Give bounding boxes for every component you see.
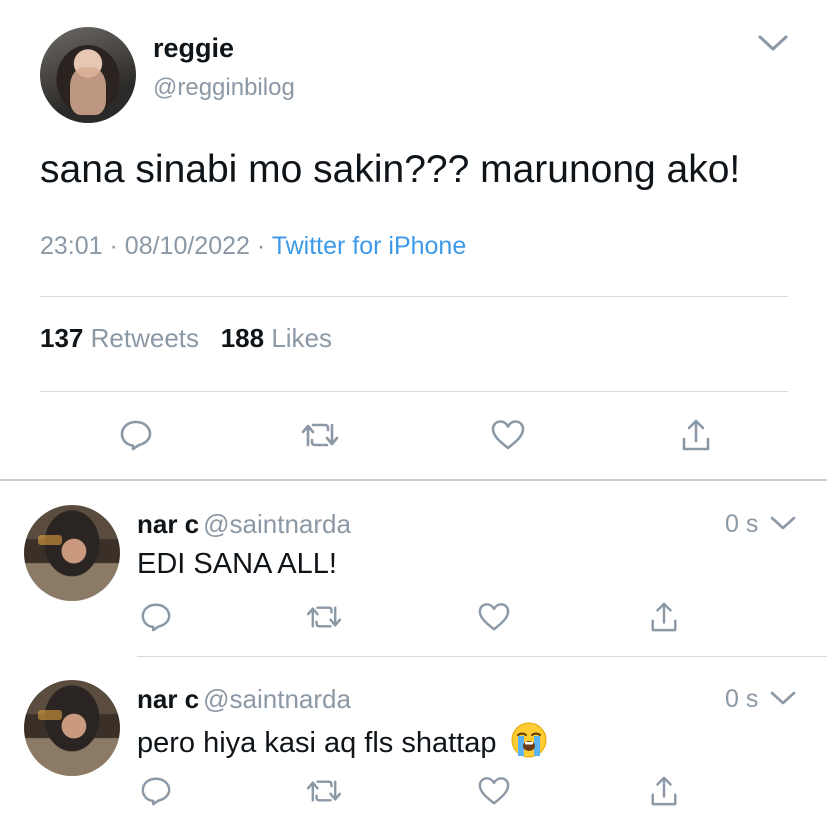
chevron-down-icon[interactable]	[768, 687, 798, 709]
action-bar	[0, 415, 827, 455]
reply-timestamp: 0 s	[725, 685, 759, 713]
chevron-down-icon[interactable]	[756, 30, 790, 56]
tweet-text: sana sinabi mo sakin??? marunong ako!	[40, 148, 741, 191]
retweet-button[interactable]	[300, 415, 340, 455]
share-button[interactable]	[645, 772, 683, 810]
author-handle[interactable]: @regginbilog	[153, 74, 295, 102]
meta-separator: ·	[109, 232, 125, 260]
chevron-down-icon[interactable]	[768, 512, 798, 534]
retweet-button[interactable]	[304, 772, 344, 810]
reply-button[interactable]	[116, 415, 156, 455]
reply-text: pero hiya kasi aq fls shattap	[137, 727, 497, 759]
reply-tweet[interactable]: nar c @saintnarda 0 s EDI SANA ALL!	[0, 481, 827, 656]
retweet-icon	[301, 423, 339, 447]
like-button[interactable]	[475, 772, 513, 810]
share-icon	[651, 776, 677, 806]
reply-author-name: nar c	[137, 684, 200, 714]
retweets-stat[interactable]: 137 Retweets	[40, 323, 199, 353]
retweet-icon	[306, 606, 342, 628]
reply-text: EDI SANA ALL!	[137, 548, 337, 580]
like-icon	[491, 420, 525, 450]
divider	[40, 296, 788, 297]
reply-button[interactable]	[137, 772, 175, 810]
share-button[interactable]	[645, 598, 683, 636]
retweet-label: Retweets	[90, 323, 200, 353]
retweet-count: 137	[40, 323, 84, 353]
avatar[interactable]	[24, 680, 120, 776]
share-icon	[651, 602, 677, 632]
reply-text-line: pero hiya kasi aq fls shattap	[137, 722, 547, 760]
reply-author[interactable]: nar c @saintnarda	[137, 509, 351, 540]
divider	[40, 391, 788, 392]
like-icon	[478, 777, 510, 805]
reply-author[interactable]: nar c @saintnarda	[137, 684, 351, 715]
action-bar	[0, 772, 827, 812]
reply-icon	[141, 603, 171, 632]
like-button[interactable]	[475, 598, 513, 636]
avatar[interactable]	[24, 505, 120, 601]
share-icon	[682, 419, 710, 451]
avatar[interactable]	[40, 27, 136, 123]
tweet-meta: 23:01 · 08/10/2022 · Twitter for iPhone	[40, 232, 466, 261]
action-bar	[0, 598, 827, 638]
reply-author-handle: @saintnarda	[203, 684, 351, 714]
like-icon	[478, 603, 510, 631]
reply-timestamp: 0 s	[725, 510, 759, 538]
like-label: Likes	[271, 323, 333, 353]
likes-stat[interactable]: 188 Likes	[221, 323, 332, 353]
share-button[interactable]	[676, 415, 716, 455]
reply-tweet[interactable]: nar c @saintnarda 0 s pero hiya kasi aq f…	[0, 657, 827, 829]
retweet-icon	[306, 780, 342, 802]
reply-author-name: nar c	[137, 509, 200, 539]
like-button[interactable]	[488, 415, 528, 455]
tweet-stats: 137 Retweets 188 Likes	[40, 323, 332, 354]
tweet-source-link[interactable]: Twitter for iPhone	[272, 232, 467, 260]
like-count: 188	[220, 323, 265, 353]
main-tweet: reggie @regginbilog sana sinabi mo sakin…	[0, 0, 827, 480]
loudly-crying-face-icon	[511, 722, 547, 758]
reply-button[interactable]	[137, 598, 175, 636]
reply-author-handle: @saintnarda	[203, 509, 351, 539]
reply-icon	[141, 777, 171, 806]
tweet-date: 08/10/2022	[124, 232, 250, 260]
reply-icon	[120, 420, 152, 451]
meta-separator: ·	[256, 232, 272, 260]
retweet-button[interactable]	[304, 598, 344, 636]
tweet-time: 23:01	[40, 232, 103, 260]
author-name[interactable]: reggie	[153, 33, 234, 64]
